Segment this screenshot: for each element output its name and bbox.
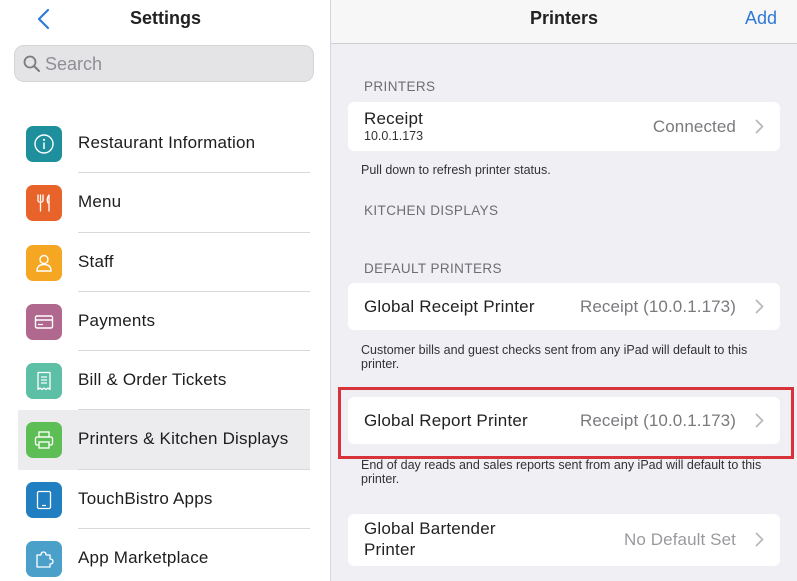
sidebar-item-label: Menu: [78, 192, 122, 212]
chevron-right-icon: [755, 532, 764, 547]
chevron-right-icon: [755, 413, 764, 428]
global-report-printer-title: Global Report Printer: [364, 411, 528, 430]
chevron-right-icon: [755, 119, 764, 134]
printers-header: Printers Add: [331, 0, 797, 44]
sidebar-item-restaurant-information[interactable]: Restaurant Information: [18, 114, 310, 174]
puzzle-icon: [26, 541, 62, 578]
global-receipt-note: Customer bills and guest checks sent fro…: [361, 343, 748, 371]
sidebar-item-staff[interactable]: Staff: [18, 233, 310, 292]
info-icon: [26, 126, 62, 162]
sidebar-item-label: Payments: [78, 310, 156, 330]
global-report-printer-value: Receipt (10.0.1.173): [579, 411, 736, 430]
fork-knife-icon: [26, 185, 62, 222]
sidebar-header: Settings: [0, 0, 330, 37]
global-bartender-printer-title-line1: Global Bartender: [364, 519, 496, 538]
sidebar-item-label: Restaurant Information: [78, 133, 256, 152]
global-bartender-printer-row[interactable]: Global Bartender Printer No Default Set: [348, 514, 780, 566]
section-header-default-printers: DEFAULT PRINTERS: [364, 261, 502, 276]
settings-menu: Restaurant Information Menu Staff Paymen…: [18, 114, 310, 581]
add-button[interactable]: Add: [745, 8, 777, 29]
global-receipt-printer-row[interactable]: Global Receipt Printer Receipt (10.0.1.1…: [348, 283, 780, 330]
global-report-note: End of day reads and sales reports sent …: [361, 458, 762, 486]
sidebar-item-payments[interactable]: Payments: [18, 292, 310, 352]
receipt-printer-ip: 10.0.1.173: [364, 129, 424, 143]
sidebar-item-label: Staff: [78, 251, 114, 271]
status-badge: Connected: [652, 117, 736, 136]
printer-icon: [26, 422, 62, 459]
printers-panel: Printers Add PRINTERS Receipt 10.0.1.173…: [331, 0, 797, 581]
receipt-printer-title: Receipt: [364, 109, 424, 128]
search-input[interactable]: [45, 52, 305, 76]
section-header-printers: PRINTERS: [364, 79, 436, 94]
search-bar[interactable]: [14, 45, 314, 82]
search-icon: [23, 55, 40, 72]
sidebar-item-printers-kitchen-displays[interactable]: Printers & Kitchen Displays: [18, 410, 310, 470]
settings-sidebar: Settings Restaurant Information Menu: [0, 0, 331, 581]
sidebar-item-label: Printers & Kitchen Displays: [78, 429, 289, 449]
card-icon: [26, 303, 62, 340]
sidebar-item-bill-order-tickets[interactable]: Bill & Order Tickets: [18, 351, 310, 411]
sidebar-item-label: App Marketplace: [78, 548, 209, 568]
refresh-note: Pull down to refresh printer status.: [361, 163, 551, 177]
sidebar-title: Settings: [129, 8, 201, 28]
global-bartender-printer-value: No Default Set: [624, 530, 736, 549]
sidebar-item-app-marketplace[interactable]: App Marketplace: [18, 529, 310, 581]
chevron-right-icon: [755, 299, 764, 314]
global-report-printer-row[interactable]: Global Report Printer Receipt (10.0.1.17…: [348, 397, 780, 444]
receipt-printer-row[interactable]: Receipt 10.0.1.173 Connected: [348, 102, 780, 151]
section-header-kitchen-displays: KITCHEN DISPLAYS: [364, 203, 499, 218]
tablet-icon: [26, 481, 62, 518]
person-icon: [26, 244, 62, 281]
sidebar-item-label: Bill & Order Tickets: [78, 370, 227, 390]
sidebar-item-menu[interactable]: Menu: [18, 173, 310, 233]
global-bartender-printer-title-line2: Printer: [364, 540, 416, 559]
global-receipt-printer-value: Receipt (10.0.1.173): [579, 297, 736, 316]
sidebar-item-label: TouchBistro Apps: [78, 488, 213, 508]
receipt-icon: [26, 363, 62, 400]
page-title: Printers: [529, 8, 599, 28]
global-receipt-printer-title: Global Receipt Printer: [364, 297, 535, 316]
sidebar-item-touchbistro-apps[interactable]: TouchBistro Apps: [18, 470, 310, 530]
